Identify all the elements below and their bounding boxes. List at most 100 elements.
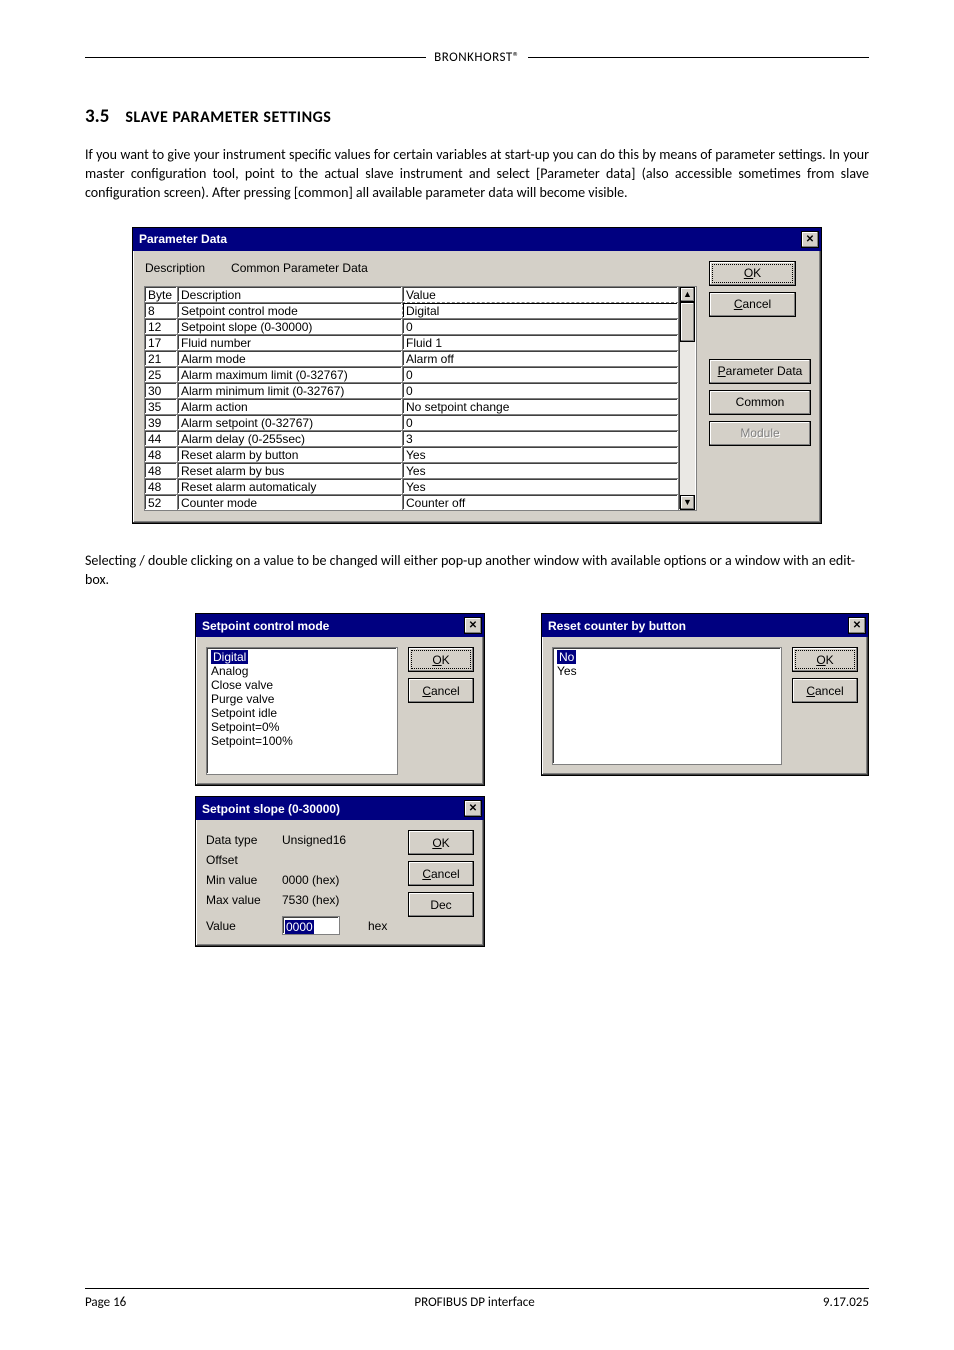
cell-value[interactable]: Counter off <box>402 494 679 511</box>
scroll-up-icon[interactable]: ▲ <box>680 287 695 302</box>
common-button[interactable]: Common <box>709 390 811 415</box>
description-value: Common Parameter Data <box>231 261 368 275</box>
dialog-titlebar[interactable]: Setpoint slope (0-30000) ✕ <box>196 797 484 820</box>
minvalue-value: 0000 (hex) <box>282 870 339 890</box>
table-row[interactable]: 12Setpoint slope (0-30000)0 <box>145 319 679 335</box>
table-row[interactable]: 48Reset alarm by busYes <box>145 463 679 479</box>
cell-byte: 8 <box>144 302 178 319</box>
cell-byte: 12 <box>144 318 178 335</box>
cell-byte: 48 <box>144 446 178 463</box>
table-row[interactable]: 17Fluid numberFluid 1 <box>145 335 679 351</box>
dialog-titlebar[interactable]: Parameter Data ✕ <box>133 228 821 251</box>
section-title: SLAVE PARAMETER SETTINGS <box>125 108 331 127</box>
table-row[interactable]: 21Alarm modeAlarm off <box>145 351 679 367</box>
dialog-titlebar[interactable]: Setpoint control mode ✕ <box>196 614 484 637</box>
cell-description: Alarm delay (0-255sec) <box>177 430 403 447</box>
cell-value[interactable]: 0 <box>402 366 679 383</box>
cell-description: Reset alarm by bus <box>177 462 403 479</box>
list-item[interactable]: Purge valve <box>211 692 393 706</box>
cell-description: Alarm setpoint (0-32767) <box>177 414 403 431</box>
cell-byte: 48 <box>144 478 178 495</box>
dec-button[interactable]: Dec <box>408 892 474 917</box>
options-listbox[interactable]: DigitalAnalogClose valvePurge valveSetpo… <box>206 647 398 775</box>
parameter-data-dialog: Parameter Data ✕ Description Common Para… <box>132 227 822 524</box>
cell-value[interactable]: 0 <box>402 318 679 335</box>
cell-description: Alarm maximum limit (0-32767) <box>177 366 403 383</box>
cancel-button[interactable]: Cancel <box>408 678 474 703</box>
close-icon[interactable]: ✕ <box>801 231 819 248</box>
cell-value[interactable]: 3 <box>402 430 679 447</box>
cell-value[interactable]: Yes <box>402 446 679 463</box>
reset-counter-dialog: Reset counter by button ✕ NoYes OK Cance… <box>541 613 869 776</box>
table-row[interactable]: 30Alarm minimum limit (0-32767)0 <box>145 383 679 399</box>
scroll-down-icon[interactable]: ▼ <box>680 495 695 510</box>
list-item[interactable]: Setpoint=0% <box>211 720 393 734</box>
cell-byte: 35 <box>144 398 178 415</box>
cancel-button[interactable]: Cancel <box>709 292 796 317</box>
cancel-button[interactable]: Cancel <box>408 861 474 886</box>
cell-description: Alarm action <box>177 398 403 415</box>
cell-description: Reset alarm automaticaly <box>177 478 403 495</box>
cell-description: Fluid number <box>177 334 403 351</box>
cancel-button[interactable]: Cancel <box>792 678 858 703</box>
cell-value[interactable]: Yes <box>402 462 679 479</box>
cell-description: Reset alarm by button <box>177 446 403 463</box>
table-row[interactable]: 39Alarm setpoint (0-32767)0 <box>145 415 679 431</box>
scroll-track[interactable] <box>680 342 695 495</box>
value-label: Value <box>206 916 272 936</box>
setpoint-slope-dialog: Setpoint slope (0-30000) ✕ Data typeUnsi… <box>195 796 485 947</box>
parameter-data-button[interactable]: Parameter Data <box>709 359 811 384</box>
table-row[interactable]: 44Alarm delay (0-255sec)3 <box>145 431 679 447</box>
scrollbar[interactable]: ▲ ▼ <box>678 286 697 511</box>
list-item[interactable]: Yes <box>557 664 777 678</box>
table-row[interactable]: 25Alarm maximum limit (0-32767)0 <box>145 367 679 383</box>
table-row[interactable]: 35Alarm actionNo setpoint change <box>145 399 679 415</box>
close-icon[interactable]: ✕ <box>464 617 482 634</box>
cell-value[interactable]: Alarm off <box>402 350 679 367</box>
cell-byte: 52 <box>144 494 178 511</box>
header-rule-right <box>528 57 869 58</box>
cell-value[interactable]: Fluid 1 <box>402 334 679 351</box>
cell-description: Setpoint control mode <box>177 302 403 319</box>
cell-value[interactable]: Digital <box>402 302 679 319</box>
section-heading: 3.5 SLAVE PARAMETER SETTINGS <box>85 105 869 128</box>
cell-byte: 39 <box>144 414 178 431</box>
ok-button[interactable]: OK <box>792 647 858 672</box>
col-header-value: Value <box>402 286 679 303</box>
cell-value[interactable]: 0 <box>402 382 679 399</box>
close-icon[interactable]: ✕ <box>464 800 482 817</box>
table-row[interactable]: 48Reset alarm by buttonYes <box>145 447 679 463</box>
ok-button[interactable]: OK <box>408 830 474 855</box>
header-rule-left <box>85 57 426 58</box>
cell-description: Alarm mode <box>177 350 403 367</box>
ok-button[interactable]: OK <box>408 647 474 672</box>
ok-button[interactable]: OK <box>709 261 796 286</box>
module-button: Module <box>709 421 811 446</box>
col-header-byte: Byte <box>144 286 178 303</box>
col-header-description: Description <box>177 286 403 303</box>
list-item[interactable]: Analog <box>211 664 393 678</box>
cell-value[interactable]: 0 <box>402 414 679 431</box>
list-item[interactable]: No <box>557 650 777 664</box>
hex-label: hex <box>368 916 387 936</box>
close-icon[interactable]: ✕ <box>848 617 866 634</box>
options-listbox[interactable]: NoYes <box>552 647 782 765</box>
value-input[interactable]: 0000 <box>282 916 340 935</box>
list-item[interactable]: Close valve <box>211 678 393 692</box>
description-label: Description <box>145 261 205 275</box>
list-item[interactable]: Setpoint idle <box>211 706 393 720</box>
table-row[interactable]: 48Reset alarm automaticalyYes <box>145 479 679 495</box>
footer-doc: 9.17.025 <box>823 1295 869 1310</box>
cell-value[interactable]: No setpoint change <box>402 398 679 415</box>
dialog-title: Parameter Data <box>139 232 227 246</box>
cell-value[interactable]: Yes <box>402 478 679 495</box>
scroll-thumb[interactable] <box>680 302 695 342</box>
datatype-value: Unsigned16 <box>282 830 346 850</box>
brand-label: BRONKHORST® <box>434 50 520 65</box>
list-item[interactable]: Digital <box>211 650 393 664</box>
table-row[interactable]: 8Setpoint control modeDigital <box>145 303 679 319</box>
table-row[interactable]: 52Counter modeCounter off <box>145 495 679 511</box>
dialog-titlebar[interactable]: Reset counter by button ✕ <box>542 614 868 637</box>
list-item[interactable]: Setpoint=100% <box>211 734 393 748</box>
cell-byte: 30 <box>144 382 178 399</box>
